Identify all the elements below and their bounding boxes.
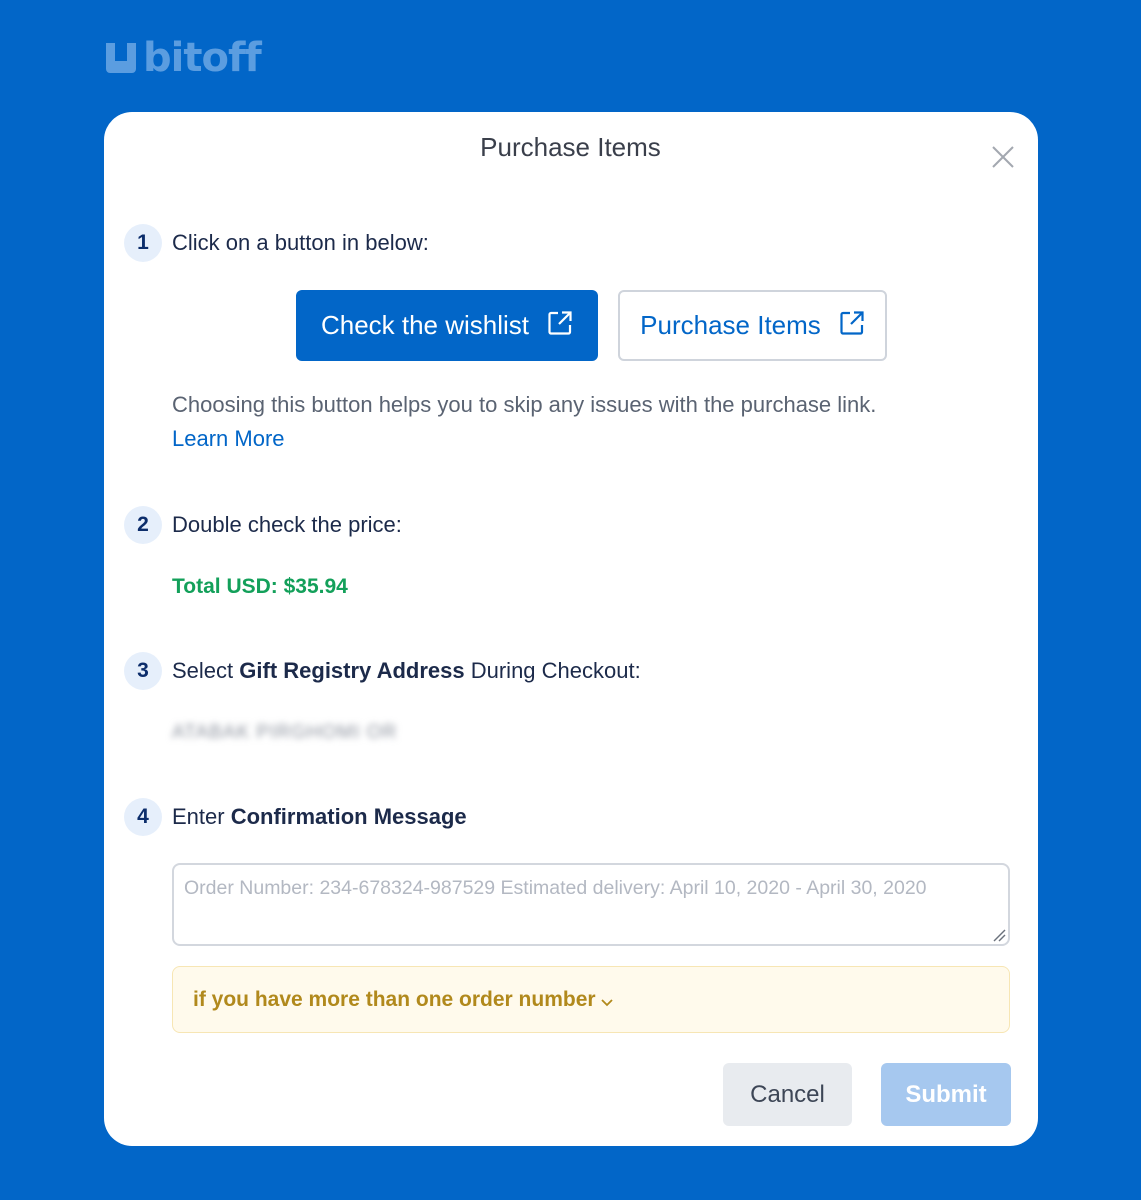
hint-text: Choosing this button helps you to skip a… [172, 392, 877, 417]
step-label-post: During Checkout: [464, 658, 641, 683]
resize-handle-icon[interactable] [992, 928, 1006, 942]
step-label: Enter Confirmation Message [172, 804, 467, 830]
submit-button[interactable]: Submit [881, 1063, 1011, 1126]
modal-title: Purchase Items [480, 132, 661, 162]
step-label-pre: Enter [172, 804, 231, 829]
gift-registry-address: ATABAK PIRGHOMI OR [172, 722, 398, 743]
step-1: 1 Click on a button in below: [124, 224, 429, 262]
step-4: 4 Enter Confirmation Message [124, 798, 467, 836]
confirmation-message-input[interactable] [172, 863, 1010, 946]
step-3: 3 Select Gift Registry Address During Ch… [124, 652, 641, 690]
close-icon [992, 146, 1014, 168]
step-label: Click on a button in below: [172, 230, 429, 255]
step-number: 3 [124, 652, 162, 690]
step-label-pre: Select [172, 658, 240, 683]
external-link-icon [548, 310, 572, 335]
step-label-bold: Gift Registry Address [239, 658, 465, 683]
logo-text: bitoff [143, 35, 262, 81]
step-number: 2 [124, 506, 162, 544]
step-number: 4 [124, 798, 162, 836]
step-label-bold: Confirmation Message [230, 804, 467, 829]
chevron-down-icon [600, 998, 613, 1006]
bitoff-logo: bitoff [103, 35, 262, 81]
external-link-icon [840, 310, 864, 335]
step-label: Double check the price: [172, 512, 402, 537]
step-2: 2 Double check the price: [124, 506, 402, 544]
step-number: 1 [124, 224, 162, 262]
multiple-orders-label: if you have more than one order number [193, 987, 596, 1011]
close-button[interactable] [988, 142, 1018, 172]
multiple-orders-toggle[interactable]: if you have more than one order number [172, 966, 1010, 1033]
purchase-items-button[interactable]: Purchase Items [618, 290, 887, 361]
check-wishlist-button[interactable]: Check the wishlist [296, 290, 598, 361]
check-wishlist-label: Check the wishlist [320, 310, 530, 340]
bitoff-logo-mark [103, 39, 139, 77]
step-label: Select Gift Registry Address During Chec… [172, 658, 641, 684]
learn-more-link[interactable]: Learn More [172, 426, 285, 452]
cancel-button[interactable]: Cancel [723, 1063, 852, 1126]
purchase-items-label: Purchase Items [640, 310, 821, 340]
total-price: Total USD: $35.94 [172, 575, 348, 598]
